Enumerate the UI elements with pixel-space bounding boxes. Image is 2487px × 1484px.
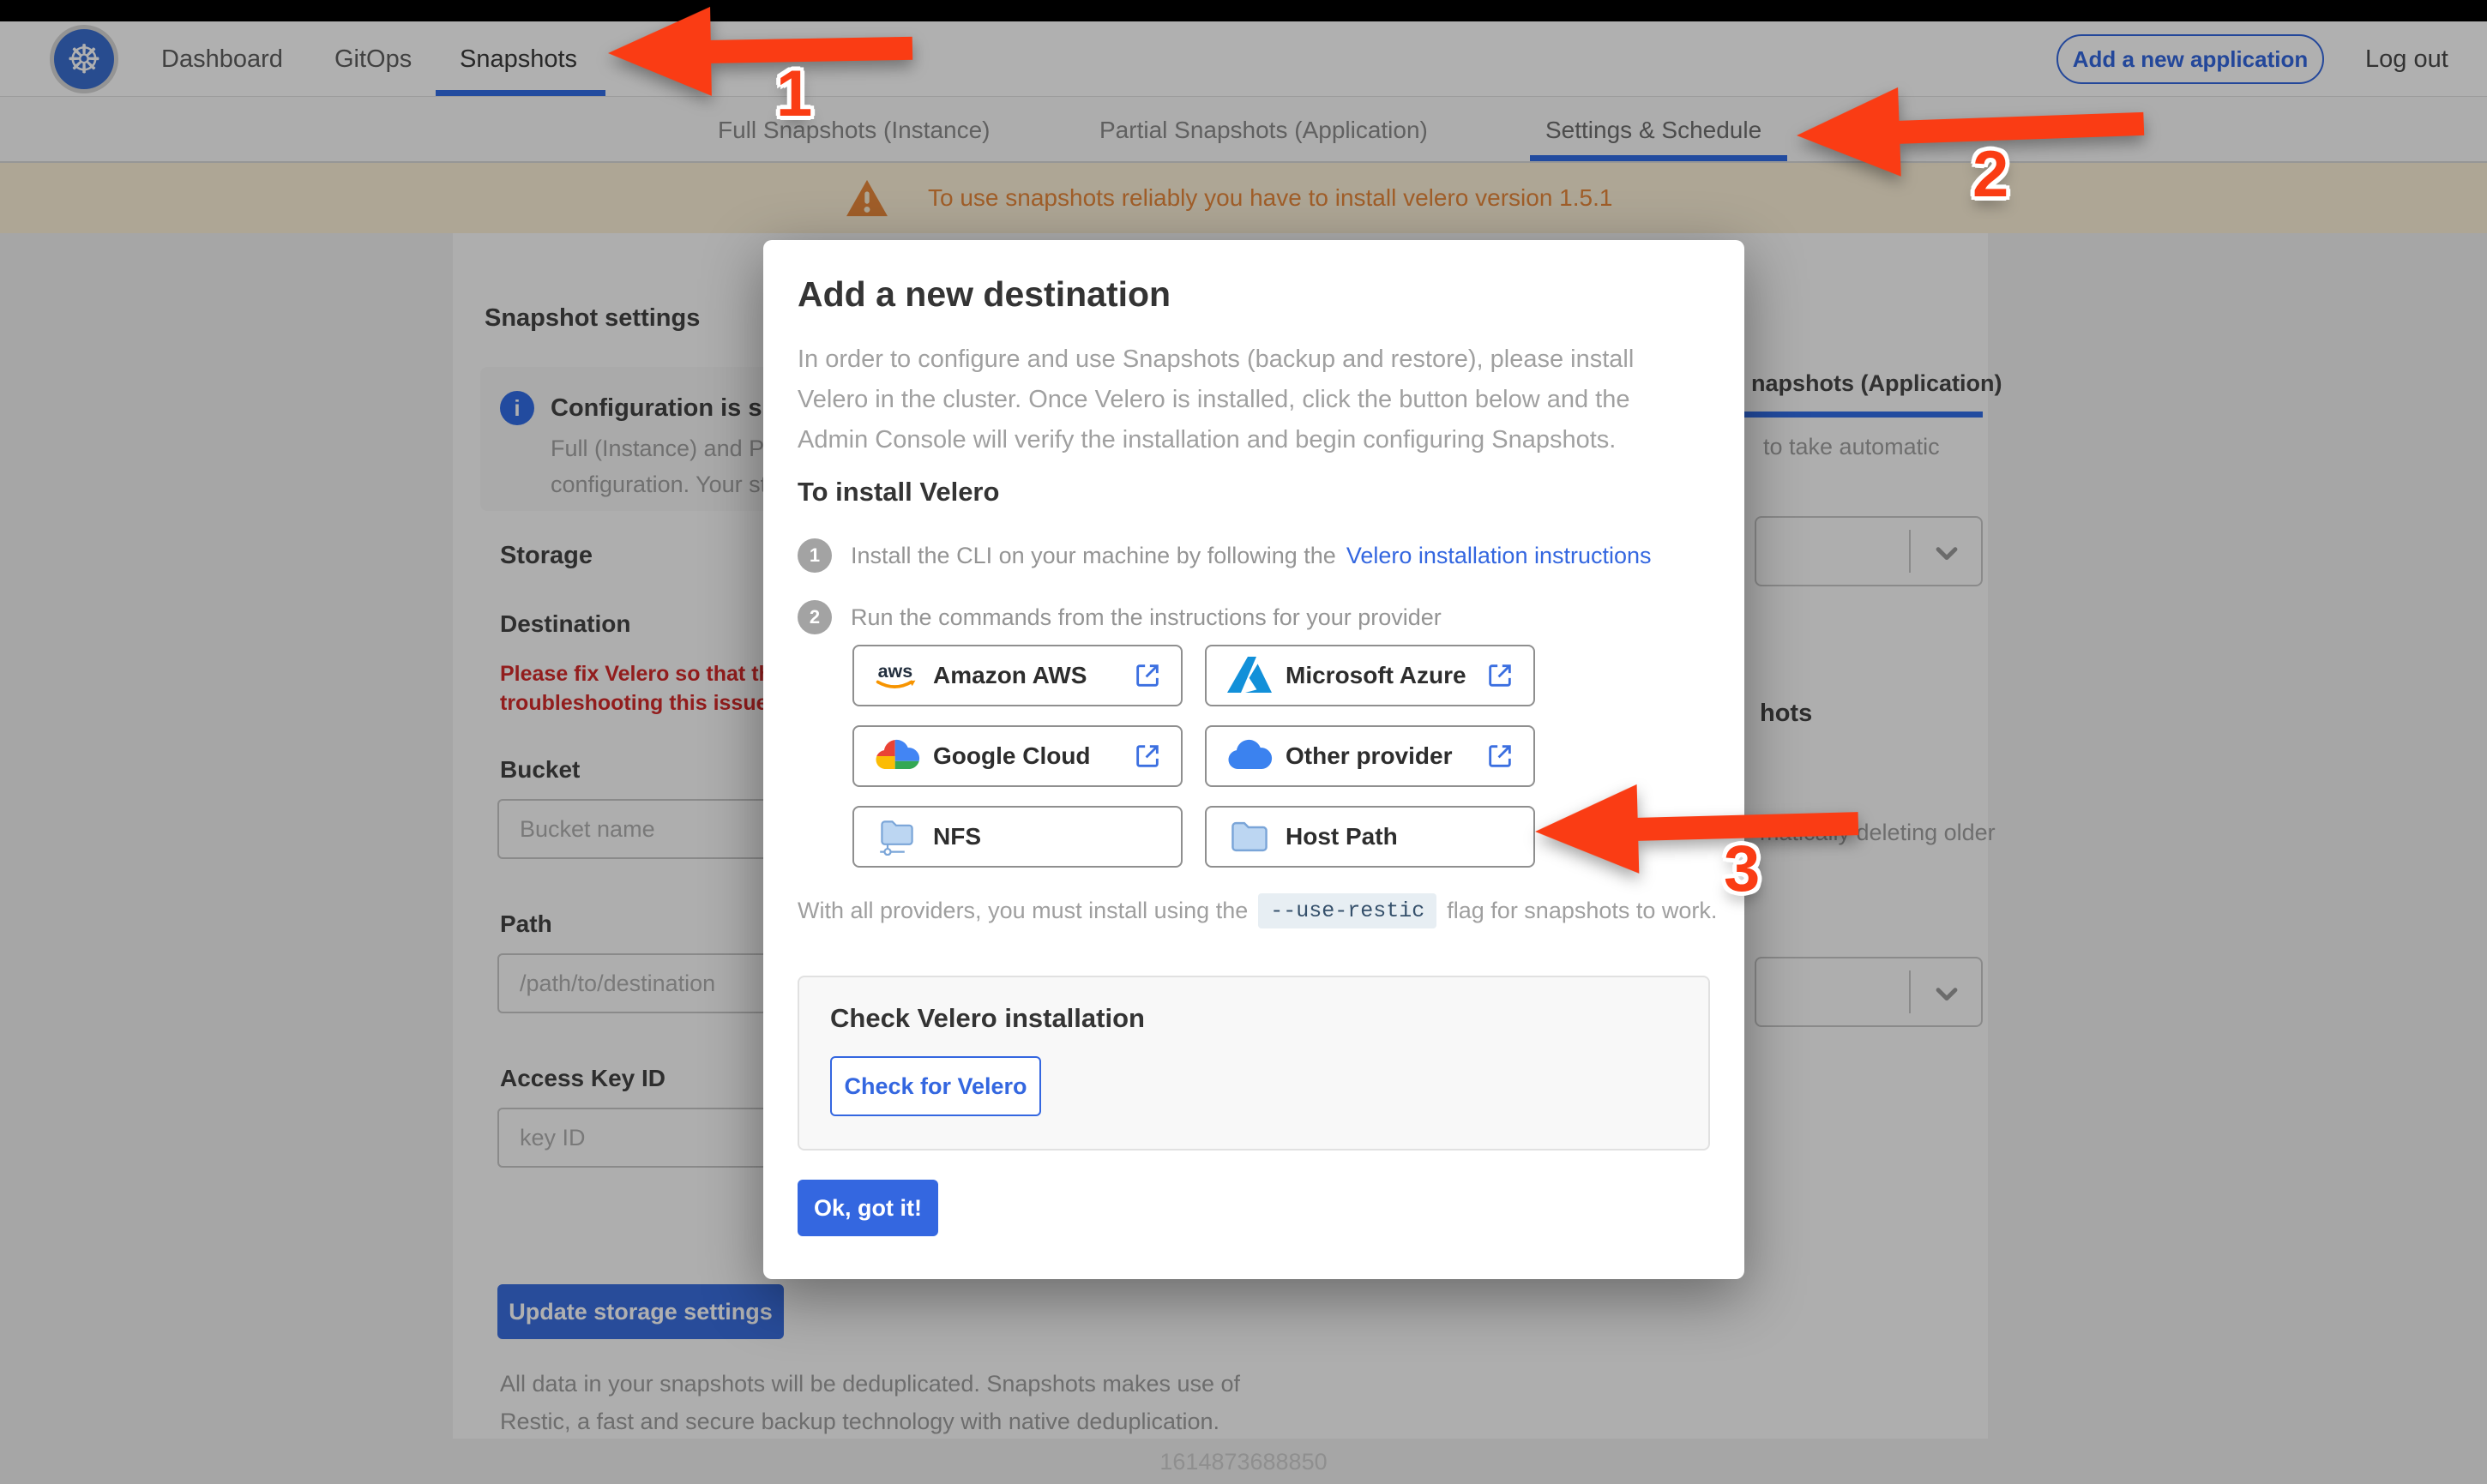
external-link-icon [1136, 664, 1159, 687]
cloud-icon [1228, 739, 1273, 770]
provider-label: Google Cloud [933, 742, 1091, 769]
step-1-badge: 1 [798, 538, 832, 573]
nfs-folder-icon [880, 820, 913, 856]
modal-description: In order to configure and use Snapshots … [798, 345, 1635, 454]
provider-button-hostpath[interactable]: Host Path [1205, 806, 1535, 868]
provider-button-azure[interactable]: Microsoft Azure [1205, 645, 1535, 706]
hostpath-folder-icon [1231, 821, 1268, 852]
restic-note-post: flag for snapshots to work. [1447, 898, 1718, 923]
provider-button-aws[interactable]: aws Amazon AWS [852, 645, 1183, 706]
step-1-text: Install the CLI on your machine by follo… [851, 542, 1336, 568]
svg-text:aws: aws [878, 661, 913, 682]
install-step-1: 1 Install the CLI on your machine by fol… [798, 538, 1652, 573]
azure-icon [1227, 657, 1272, 693]
provider-grid: aws Amazon AWS Microsoft Azure Google Cl… [852, 645, 1535, 868]
provider-label: Other provider [1286, 742, 1453, 769]
provider-label: NFS [933, 823, 981, 850]
external-link-icon [1136, 745, 1159, 767]
provider-button-nfs[interactable]: NFS [852, 806, 1183, 868]
external-link-icon [1489, 664, 1511, 687]
provider-label: Amazon AWS [933, 662, 1087, 688]
annotation-label-3: 3 [1724, 832, 1761, 905]
install-step-2: 2 Run the commands from the instructions… [798, 600, 1442, 634]
arrow-head [1795, 87, 1901, 180]
ok-got-it-button[interactable]: Ok, got it! [798, 1180, 938, 1236]
step-2-badge: 2 [798, 600, 832, 634]
arrow-head [607, 6, 712, 98]
provider-button-other[interactable]: Other provider [1205, 725, 1535, 787]
install-velero-heading: To install Velero [798, 477, 1000, 507]
step-2-text: Run the commands from the instructions f… [851, 604, 1442, 630]
restic-note-pre: With all providers, you must install usi… [798, 898, 1249, 923]
arrow-head [1533, 784, 1640, 876]
restic-flag-code: --use-restic [1258, 893, 1437, 928]
screen: ☸ Dashboard GitOps Snapshots Add a new a… [0, 0, 2487, 1484]
aws-icon: aws [876, 661, 916, 688]
check-for-velero-button[interactable]: Check for Velero [830, 1056, 1041, 1116]
provider-label: Microsoft Azure [1286, 662, 1466, 688]
add-destination-modal: Add a new destination In order to config… [763, 240, 1744, 1279]
annotation-label-2: 2 [1972, 138, 2009, 211]
modal-title: Add a new destination [798, 274, 1171, 314]
restic-note: With all providers, you must install usi… [798, 893, 1717, 928]
check-velero-box: Check Velero installation Check for Vele… [798, 976, 1710, 1151]
provider-button-gcp[interactable]: Google Cloud [852, 725, 1183, 787]
annotation-label-1: 1 [776, 57, 813, 130]
velero-instructions-link[interactable]: Velero installation instructions [1346, 543, 1652, 569]
provider-label: Host Path [1286, 823, 1398, 850]
external-link-icon [1489, 745, 1511, 767]
check-velero-heading: Check Velero installation [830, 1003, 1145, 1033]
google-cloud-icon [876, 739, 920, 770]
